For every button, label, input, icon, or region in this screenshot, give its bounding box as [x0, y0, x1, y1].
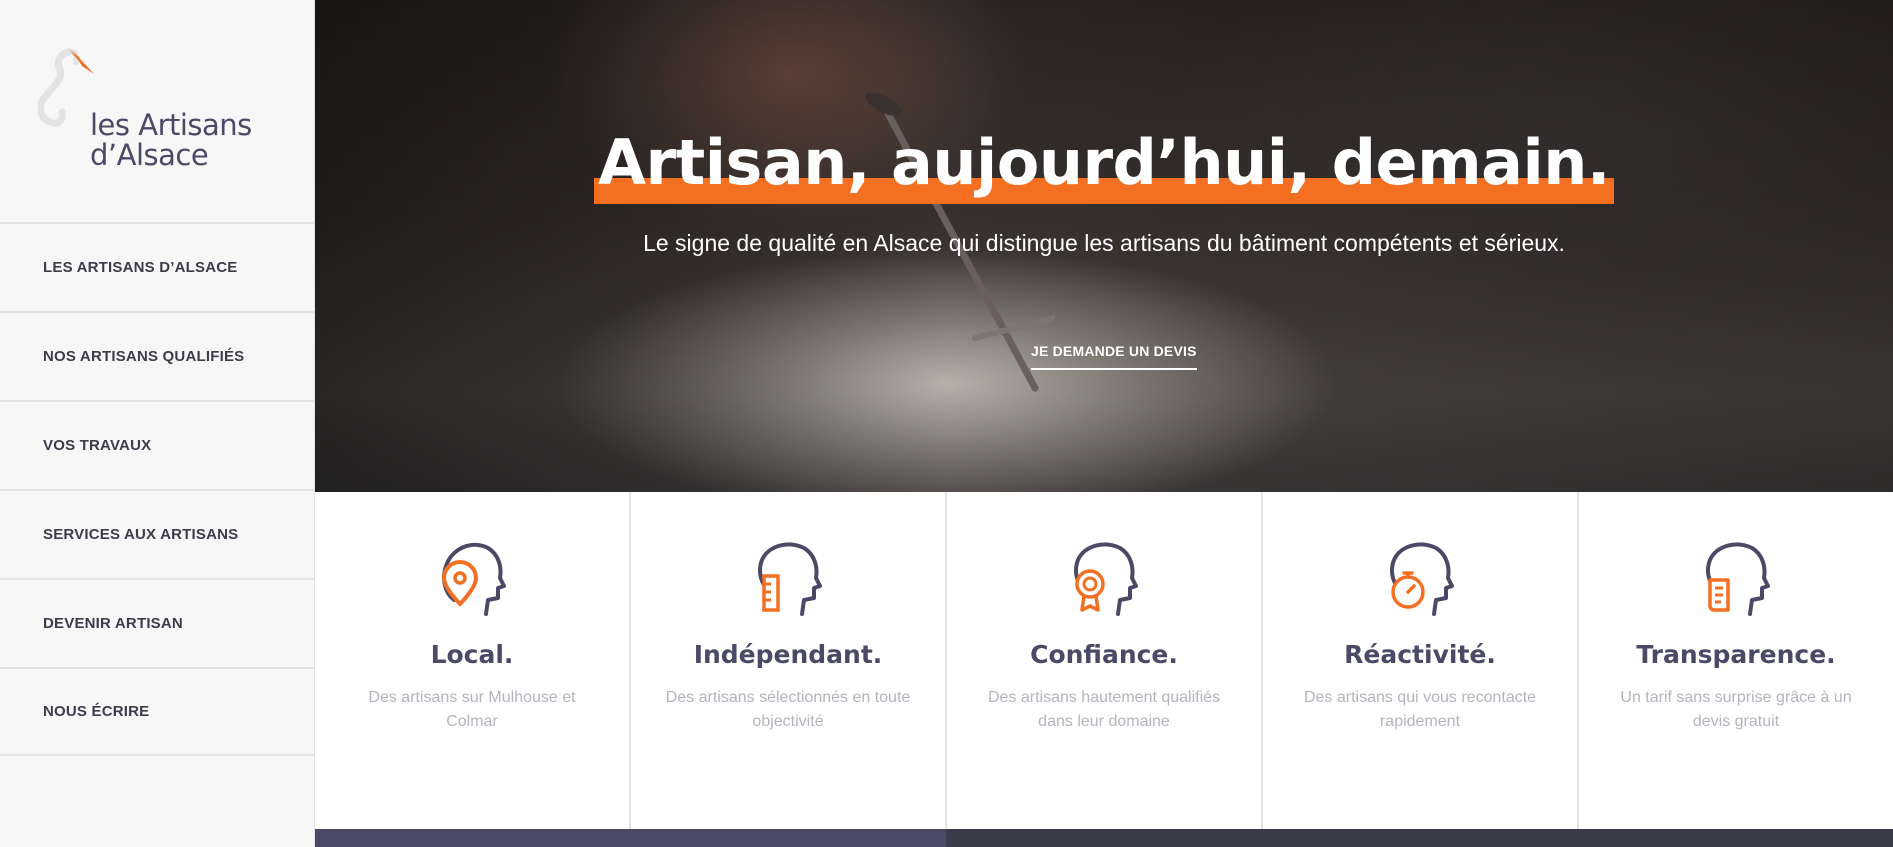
feature-description: Un tarif sans surprise grâce à un devis …: [1620, 689, 1852, 730]
nav-item-nos-artisans[interactable]: NOS ARTISANS QUALIFIÉS: [0, 311, 315, 400]
feature-title: Confiance.: [1030, 640, 1178, 669]
stopwatch-head-icon: [1390, 542, 1454, 616]
nav-item-nous-ecrire[interactable]: NOUS ÉCRIRE: [0, 667, 315, 756]
logo[interactable]: les Artisans d’Alsace: [38, 44, 278, 184]
footer-strip: [315, 829, 1893, 847]
feature-title: Transparence.: [1636, 640, 1836, 669]
location-pin-head-icon: [441, 542, 506, 616]
nav-item-devenir-artisan[interactable]: DEVENIR ARTISAN: [0, 578, 315, 667]
nav-item-vos-travaux[interactable]: VOS TRAVAUX: [0, 400, 315, 489]
award-badge-head-icon: [1074, 542, 1138, 616]
hero-title: Artisan, aujourd’hui, demain.: [594, 120, 1614, 206]
brand-line-2: d’Alsace: [90, 138, 209, 172]
feature-description: Des artisans sur Mulhouse et Colmar: [368, 689, 576, 730]
features-row: Local. Des artisans sur Mulhouse et Colm…: [315, 492, 1893, 829]
feature-card: Local. Des artisans sur Mulhouse et Colm…: [315, 492, 631, 829]
hero-content: Artisan, aujourd’hui, demain. Le signe d…: [315, 0, 1893, 492]
nav-item-services[interactable]: SERVICES AUX ARTISANS: [0, 489, 315, 578]
feature-title: Local.: [430, 640, 514, 669]
hero-title-wrap: Artisan, aujourd’hui, demain.: [315, 120, 1893, 206]
request-quote-link[interactable]: JE DEMANDE UN DEVIS: [1031, 343, 1197, 370]
hero-banner: Artisan, aujourd’hui, demain. Le signe d…: [315, 0, 1893, 492]
feature-description: Des artisans sélectionnés en toute objec…: [665, 689, 911, 730]
sidebar: les Artisans d’Alsace LES ARTISANS D’ALS…: [0, 0, 315, 847]
nav-item-les-artisans[interactable]: LES ARTISANS D’ALSACE: [0, 222, 315, 311]
ruler-head-icon: [758, 542, 822, 616]
feature-card: Confiance. Des artisans hautement qualif…: [947, 492, 1263, 829]
brand-line-1: les Artisans: [90, 108, 252, 142]
hero-subtitle: Le signe de qualité en Alsace qui distin…: [643, 230, 1565, 256]
feature-card: Réactivité. Des artisans qui vous recont…: [1263, 492, 1579, 829]
feature-card: Indépendant. Des artisans sélectionnés e…: [631, 492, 947, 829]
main-nav: LES ARTISANS D’ALSACE NOS ARTISANS QUALI…: [0, 222, 315, 756]
feature-description: Des artisans hautement qualifiés dans le…: [987, 689, 1221, 730]
brand-name: les Artisans d’Alsace: [90, 110, 252, 170]
feature-title: Indépendant.: [693, 640, 883, 669]
feature-description: Des artisans qui vous recontacte rapidem…: [1303, 689, 1537, 730]
feature-title: Réactivité.: [1344, 640, 1496, 669]
footer-strip-left: [315, 829, 946, 847]
feature-card: Transparence. Un tarif sans surprise grâ…: [1579, 492, 1893, 829]
footer-strip-right: [946, 829, 1893, 847]
document-head-icon: [1706, 542, 1770, 616]
